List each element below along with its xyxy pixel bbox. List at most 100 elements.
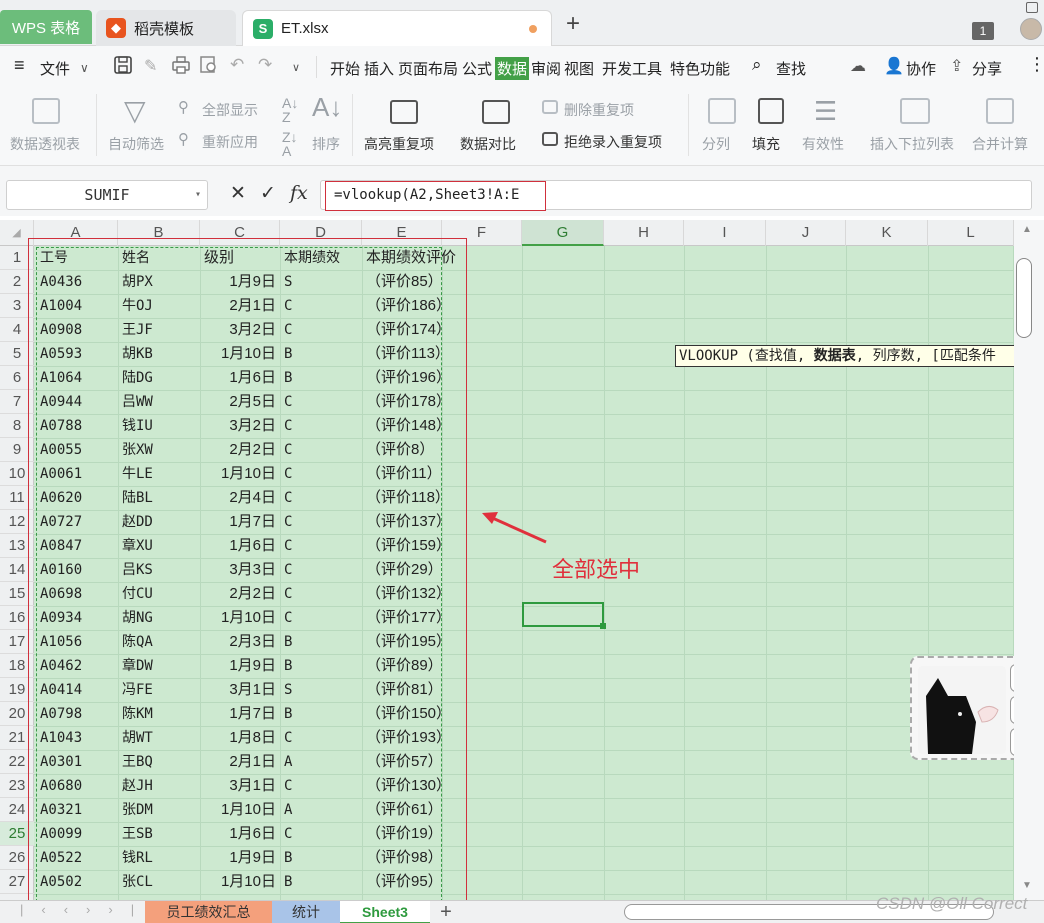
menu-data[interactable]: 数据 [495,57,530,80]
auto-filter-button[interactable]: 自动筛选 [108,134,164,154]
show-all-icon[interactable]: ⚲ [178,98,189,116]
annotation-arrow-icon [482,512,547,544]
divider [352,94,353,156]
consolidate-icon[interactable] [986,98,1014,124]
reject-duplicates-icon[interactable] [542,132,558,146]
insert-dropdown-button[interactable]: 插入下拉列表 [870,134,954,154]
menu-view[interactable]: 视图 [564,58,594,79]
print-preview-icon[interactable] [200,56,218,78]
window-restore-icon[interactable] [1026,2,1038,13]
highlight-duplicates-icon[interactable] [390,100,418,124]
watermark: CSDN @Oll Correct [876,894,1028,913]
split-column-button[interactable]: 分列 [702,134,730,154]
redo-icon[interactable]: ↷ [258,55,272,75]
reject-duplicates-button[interactable]: 拒绝录入重复项 [564,132,662,152]
format-painter-icon[interactable]: ✎ [144,56,157,76]
avatar[interactable] [1020,18,1042,40]
column-header[interactable]: I [684,220,766,246]
menu-start[interactable]: 开始 [330,58,360,79]
reapply-button[interactable]: 重新应用 [202,132,258,152]
tooltip-suffix: , 列序数, [匹配条件 [855,348,996,364]
sort-button[interactable]: 排序 [312,134,340,154]
fill-button[interactable]: 填充 [752,134,780,154]
tab-et-xlsx[interactable]: S ET.xlsx [242,10,552,46]
formula-text[interactable]: =vlookup(A2,Sheet3!A:E [325,181,546,211]
column-header[interactable]: H [604,220,684,246]
quick-access-dropdown-icon[interactable]: ∨ [292,61,300,74]
cloud-sync-icon[interactable]: ☁ [850,56,866,76]
new-tab-button[interactable]: + [566,12,580,36]
chevron-down-icon[interactable]: ▾ [195,181,201,209]
search-icon[interactable]: ⌕ [752,55,762,75]
more-icon[interactable]: ⋮ [1028,54,1044,75]
daoke-icon: ◆ [106,18,126,38]
sheet-tab-summary[interactable]: 员工绩效汇总 [145,901,272,923]
selection-highlight-box [28,238,467,902]
sheet-nav-icons[interactable]: |‹‹››| [20,902,152,917]
consolidate-button[interactable]: 合并计算 [972,134,1028,154]
split-column-icon[interactable] [708,98,736,124]
share-icon[interactable]: ⇪ [950,56,963,76]
remove-duplicates-button[interactable]: 删除重复项 [564,100,634,120]
remove-duplicates-icon[interactable] [542,100,558,114]
sort-desc-icon[interactable]: Z↓ A [282,130,298,158]
tooltip-prefix: VLOOKUP (查找值, [679,348,814,364]
pivot-table-icon[interactable] [32,98,60,124]
column-header[interactable]: J [766,220,846,246]
undo-icon[interactable]: ↶ [230,55,244,75]
menu-collaborate[interactable]: 协作 [906,58,936,79]
scroll-up-icon[interactable]: ▲ [1022,224,1032,235]
collaborate-icon[interactable]: 👤 [884,56,904,76]
sheet-tab-sheet3[interactable]: Sheet3 [340,901,430,923]
dropdown-list-icon[interactable] [900,98,930,124]
menu-developer[interactable]: 开发工具 [602,58,662,79]
sheet-tab-stats[interactable]: 统计 [272,901,340,923]
sort-icon[interactable]: A↓ [312,94,342,120]
menu-formula[interactable]: 公式 [462,58,492,79]
highlight-duplicates-button[interactable]: 高亮重复项 [364,134,434,154]
chevron-down-icon[interactable]: ∨ [80,61,89,75]
tab-et-label: ET.xlsx [281,20,329,37]
spreadsheet-app: WPS 表格 ◆ 稻壳模板 S ET.xlsx + 1 ≡ 文件 ∨ ✎ ↶ ↷… [0,0,1044,923]
data-compare-icon[interactable] [482,100,510,124]
pivot-table-button[interactable]: 数据透视表 [10,134,80,154]
menu-page-layout[interactable]: 页面布局 [398,58,458,79]
column-header[interactable]: G [522,220,604,246]
menu-insert[interactable]: 插入 [364,58,394,79]
tab-daoke-label: 稻壳模板 [134,20,195,38]
confirm-icon[interactable]: ✓ [260,182,276,205]
validity-button[interactable]: 有效性 [802,134,844,154]
column-header[interactable]: L [928,220,1014,246]
tab-wps-spreadsheet[interactable]: WPS 表格 [0,10,92,44]
hamburger-icon[interactable]: ≡ [14,55,25,76]
print-icon[interactable] [172,56,190,78]
menu-review[interactable]: 审阅 [531,58,561,79]
tab-daoke-template[interactable]: ◆ 稻壳模板 [96,10,236,46]
add-sheet-button[interactable]: + [436,901,456,923]
sort-asc-icon[interactable]: A↓ Z [282,96,298,124]
name-box-value: SUMIF [84,186,130,204]
window-count-badge[interactable]: 1 [972,22,994,40]
divider [316,56,317,78]
fill-handle[interactable] [600,623,606,629]
active-cell-g25[interactable] [522,602,606,629]
menu-file[interactable]: 文件 [40,58,70,79]
data-compare-button[interactable]: 数据对比 [460,134,516,154]
menu-search[interactable]: 查找 [776,58,806,79]
filter-icon[interactable]: ▽ [124,94,146,127]
validity-icon[interactable]: ☰ [814,96,837,127]
reapply-icon[interactable]: ⚲ [178,130,189,148]
cancel-icon[interactable]: ✕ [230,182,246,205]
save-icon[interactable] [114,56,132,78]
divider [688,94,689,156]
fx-icon[interactable]: fx [290,182,308,204]
name-box[interactable]: SUMIF ▾ [6,180,208,210]
menu-special[interactable]: 特色功能 [670,58,730,79]
vertical-scroll-thumb[interactable] [1016,258,1032,338]
fill-icon[interactable] [758,98,784,124]
column-header[interactable]: K [846,220,928,246]
menu-share[interactable]: 分享 [972,58,1002,79]
cat-mascot-icon [918,666,1006,754]
show-all-button[interactable]: 全部显示 [202,100,258,120]
scroll-down-icon[interactable]: ▼ [1022,880,1032,891]
